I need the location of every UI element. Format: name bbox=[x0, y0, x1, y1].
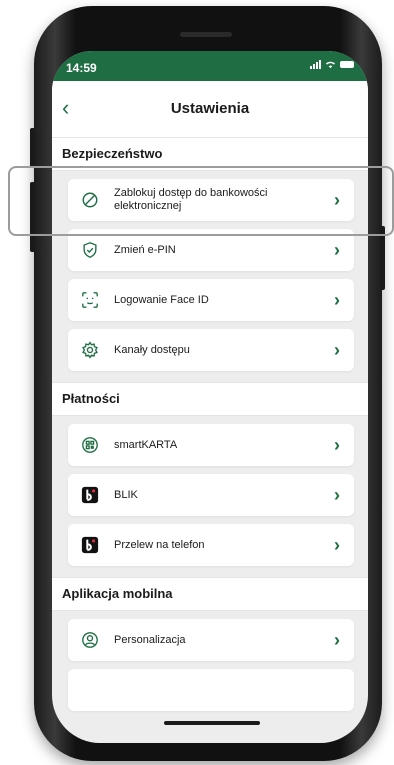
section-header-security: Bezpieczeństwo bbox=[52, 137, 368, 171]
page-title: Ustawienia bbox=[170, 100, 250, 117]
blik-logo-icon bbox=[80, 485, 100, 505]
settings-item-label: Zmień e-PIN bbox=[114, 243, 176, 256]
status-icons bbox=[310, 60, 354, 69]
chevron-right-icon: › bbox=[334, 340, 340, 360]
shield-check-icon bbox=[80, 240, 100, 260]
chevron-right-icon: › bbox=[334, 240, 340, 260]
signal-icon bbox=[310, 60, 321, 69]
chevron-right-icon: › bbox=[334, 435, 340, 455]
qr-card-icon bbox=[80, 435, 100, 455]
settings-item-blik[interactable]: BLIK › bbox=[68, 474, 354, 516]
chevron-right-icon: › bbox=[334, 190, 340, 210]
settings-item-label: Kanały dostępu bbox=[114, 343, 190, 356]
settings-item-partial[interactable] bbox=[68, 669, 354, 711]
settings-item-face-id[interactable]: Logowanie Face ID › bbox=[68, 279, 354, 321]
settings-item-change-epin[interactable]: Zmień e-PIN › bbox=[68, 229, 354, 271]
phone-side-button bbox=[380, 226, 385, 290]
settings-item-phone-transfer[interactable]: Przelew na telefon › bbox=[68, 524, 354, 566]
nav-bar: ‹ Ustawienia bbox=[52, 81, 368, 137]
settings-item-access-channels[interactable]: Kanały dostępu › bbox=[68, 329, 354, 371]
settings-item-label: Zablokuj dostęp do bankowości elektronic… bbox=[114, 187, 268, 212]
settings-item-label: Personalizacja bbox=[114, 633, 186, 646]
phone-side-button bbox=[30, 182, 35, 252]
status-time: 14:59 bbox=[66, 61, 97, 75]
settings-item-label: Przelew na telefon bbox=[114, 538, 205, 551]
wifi-icon bbox=[325, 61, 336, 69]
chevron-right-icon: › bbox=[334, 535, 340, 555]
home-indicator[interactable] bbox=[164, 721, 260, 725]
face-id-icon bbox=[80, 290, 100, 310]
settings-item-label: Logowanie Face ID bbox=[114, 293, 209, 306]
user-circle-icon bbox=[80, 630, 100, 650]
chevron-right-icon: › bbox=[334, 630, 340, 650]
phone-speaker bbox=[180, 32, 232, 37]
blik-logo-icon bbox=[80, 535, 100, 555]
settings-item-block-access[interactable]: Zablokuj dostęp do bankowości elektronic… bbox=[68, 179, 354, 221]
settings-item-personalization[interactable]: Personalizacja › bbox=[68, 619, 354, 661]
gear-icon bbox=[80, 340, 100, 360]
section-header-payments: Płatności bbox=[52, 382, 368, 416]
chevron-right-icon: › bbox=[334, 290, 340, 310]
battery-icon bbox=[340, 61, 354, 68]
settings-item-smartkarta[interactable]: smartKARTA › bbox=[68, 424, 354, 466]
section-header-mobile-app: Aplikacja mobilna bbox=[52, 577, 368, 611]
settings-list: Bezpieczeństwo Zablokuj dostęp do bankow… bbox=[52, 137, 368, 711]
settings-item-label: BLIK bbox=[114, 488, 138, 501]
phone-side-button bbox=[30, 128, 35, 168]
status-bar: 14:59 bbox=[52, 51, 368, 81]
block-icon bbox=[80, 190, 100, 210]
chevron-right-icon: › bbox=[334, 485, 340, 505]
settings-item-label: smartKARTA bbox=[114, 438, 178, 451]
phone-screen: 14:59 ‹ Ustawienia Bezpieczeństwo Zablok… bbox=[52, 51, 368, 743]
